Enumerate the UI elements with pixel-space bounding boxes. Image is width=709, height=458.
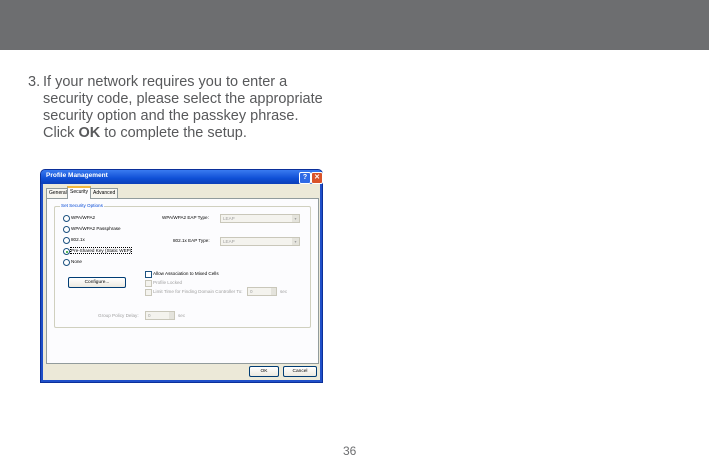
8021x-eap-type-select[interactable]: LEAP ▾: [220, 237, 300, 246]
limit-time-value: 0: [250, 289, 253, 294]
chevron-down-icon: ▾: [292, 215, 299, 222]
group-label: Set Security Options: [60, 203, 104, 208]
step-line-1: If your network requires you to enter a: [43, 74, 288, 90]
step-click-text: Click: [43, 125, 79, 141]
step-number: 3.: [28, 74, 41, 90]
profile-locked-checkbox[interactable]: [145, 280, 152, 287]
radio-none-label: None: [71, 259, 82, 264]
step-line-3: security option and the passkey phrase.: [43, 108, 299, 124]
spinner-icon: [271, 288, 276, 295]
radio-8021x[interactable]: [63, 237, 70, 244]
dialog-titlebar: Profile Management ? ✕: [41, 170, 323, 184]
tab-security[interactable]: Security: [67, 186, 92, 199]
cancel-button[interactable]: Cancel: [283, 366, 317, 377]
group-policy-delay-label: Group Policy Delay:: [98, 313, 139, 318]
limit-time-unit: sec: [280, 289, 288, 294]
radio-wpa-passphrase[interactable]: [63, 226, 70, 233]
spinner-icon: [169, 312, 174, 319]
step-ok-bold: OK: [78, 125, 101, 141]
radio-wpa-label: WPA/WPA2: [71, 215, 96, 220]
limit-time-label: Limit Time for Finding Domain Controller…: [153, 289, 243, 294]
radio-pre-shared-key-label: Pre-Shared Key (Static WEP): [69, 247, 133, 254]
profile-locked-label: Profile Locked: [153, 280, 183, 285]
page-number: 36: [343, 444, 357, 458]
wpa-eap-type-select[interactable]: LEAP ▾: [220, 214, 300, 223]
configure-button[interactable]: Configure...: [68, 277, 126, 288]
wpa-eap-type-value: LEAP: [223, 216, 235, 221]
header-bar: [0, 0, 709, 50]
radio-wpa[interactable]: [63, 215, 70, 222]
step-line-2: security code, please select the appropr…: [43, 91, 323, 107]
radio-pre-shared-key[interactable]: [63, 248, 70, 255]
limit-time-input[interactable]: 0: [247, 287, 277, 296]
chevron-down-icon: ▾: [292, 238, 299, 245]
security-panel: Set Security Options WPA/WPA2 WPA/WPA2 P…: [46, 198, 319, 364]
step-complete-text: to complete the setup.: [100, 125, 247, 141]
profile-management-dialog: Profile Management ? ✕ General Security …: [41, 170, 323, 382]
radio-none[interactable]: [63, 259, 70, 266]
ok-button[interactable]: OK: [249, 366, 279, 377]
security-options-group: Set Security Options WPA/WPA2 WPA/WPA2 P…: [54, 203, 311, 328]
tab-advanced[interactable]: Advanced: [90, 188, 119, 198]
wpa-eap-type-label: WPA/WPA2 EAP Type:: [162, 215, 209, 220]
radio-8021x-label: 802.1x: [71, 237, 85, 242]
group-policy-delay-value: 0: [148, 313, 151, 318]
radio-wpa-passphrase-label: WPA/WPA2 Passphrase: [71, 226, 121, 231]
8021x-eap-type-label: 802.1x EAP Type:: [173, 238, 210, 243]
allow-association-label: Allow Association to Mixed Cells: [153, 271, 219, 276]
8021x-eap-type-value: LEAP: [223, 239, 235, 244]
group-policy-delay-unit: sec: [178, 313, 186, 318]
step-line-4: Click OK to complete the setup.: [43, 125, 323, 142]
close-button[interactable]: ✕: [311, 172, 323, 184]
allow-association-checkbox[interactable]: [145, 271, 152, 278]
limit-time-checkbox[interactable]: [145, 289, 152, 296]
group-policy-delay-input[interactable]: 0: [145, 311, 175, 320]
dialog-client: General Security Advanced Set Security O…: [43, 184, 320, 380]
dialog-title: Profile Management: [46, 172, 108, 179]
help-button[interactable]: ?: [299, 172, 311, 184]
